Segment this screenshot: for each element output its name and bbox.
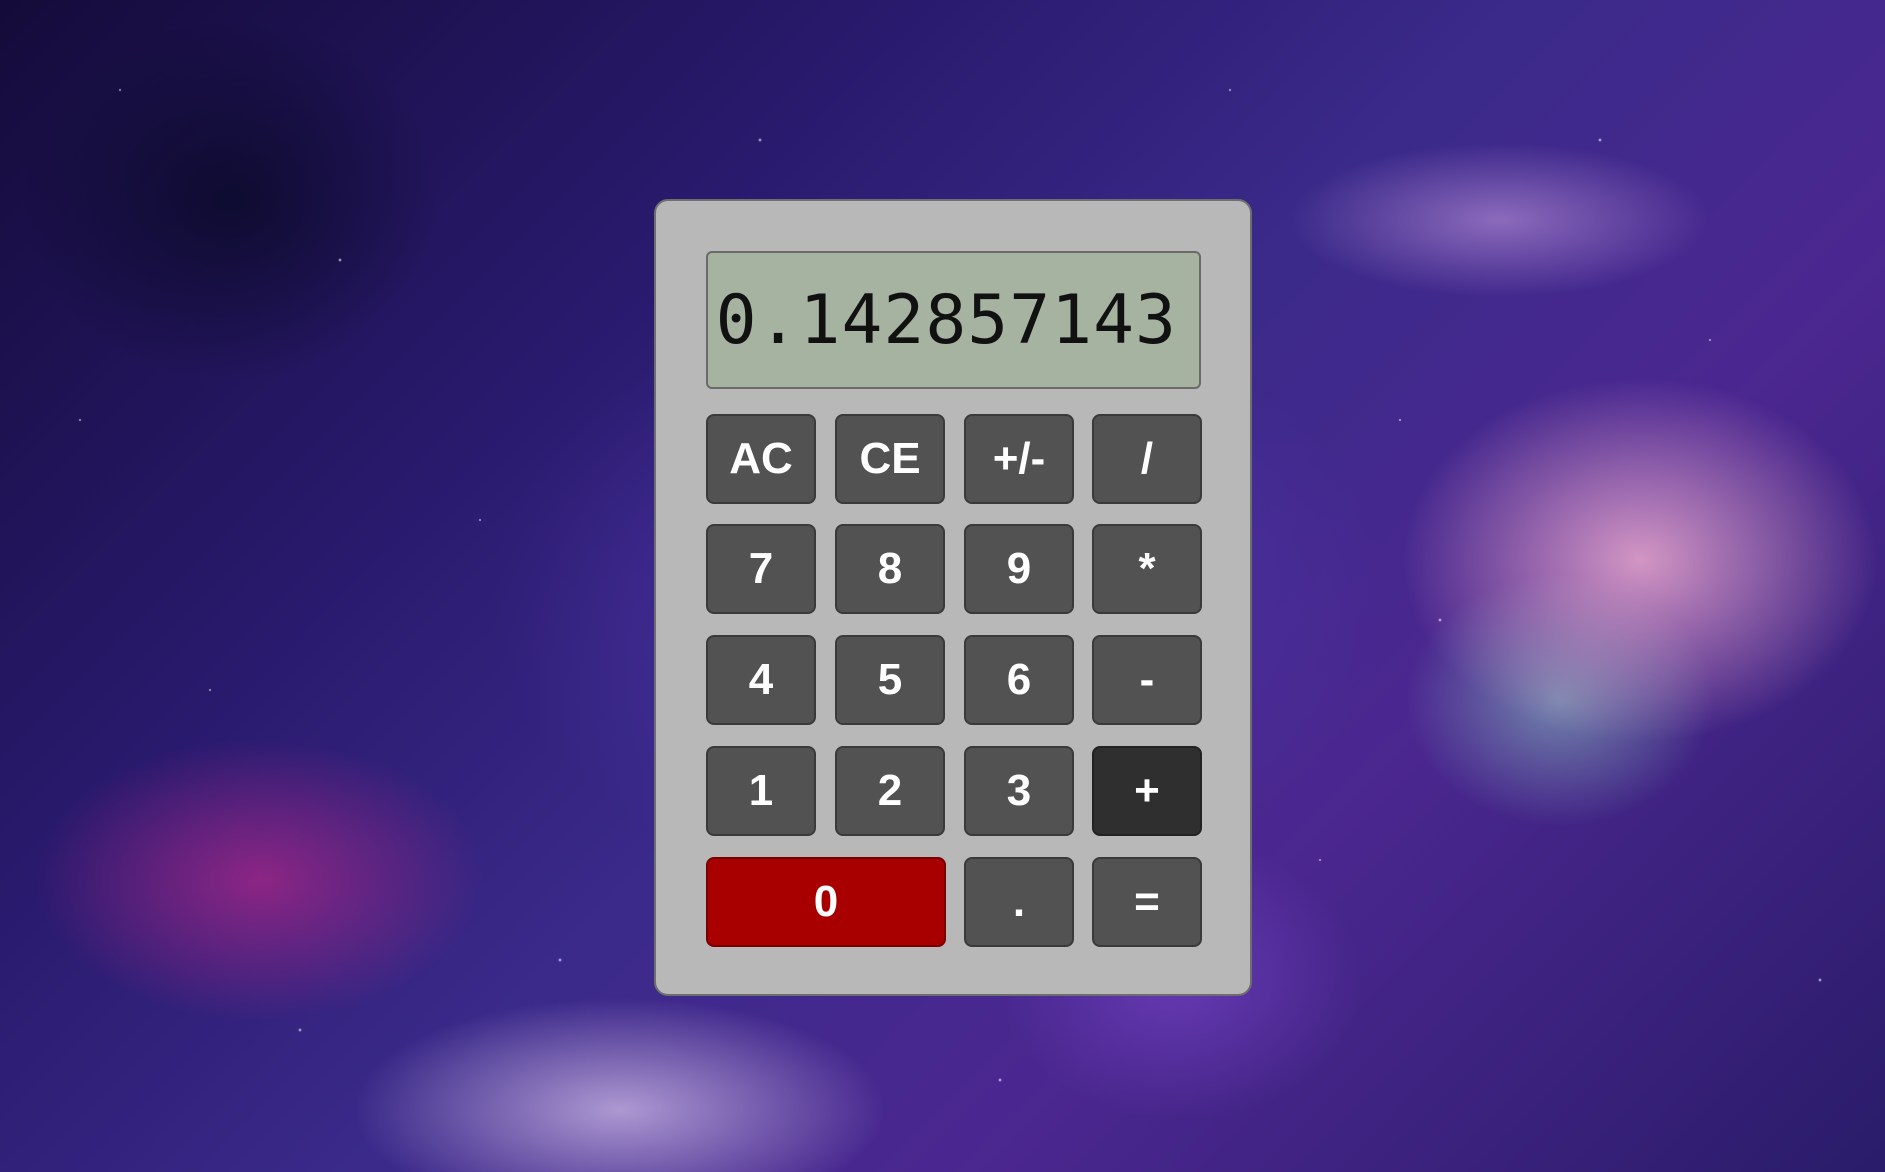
- digit-9-button[interactable]: 9: [964, 524, 1074, 614]
- digit-8-button[interactable]: 8: [835, 524, 945, 614]
- add-button[interactable]: +: [1092, 746, 1202, 836]
- digit-5-button[interactable]: 5: [835, 635, 945, 725]
- decimal-button[interactable]: .: [964, 857, 1074, 947]
- calculator: 0.142857143 AC CE +/- / 7 8 9 * 4 5 6 - …: [654, 199, 1252, 996]
- all-clear-button[interactable]: AC: [706, 414, 816, 504]
- calculator-display: 0.142857143: [706, 251, 1201, 389]
- digit-6-button[interactable]: 6: [964, 635, 1074, 725]
- digit-1-button[interactable]: 1: [706, 746, 816, 836]
- digit-4-button[interactable]: 4: [706, 635, 816, 725]
- clear-entry-button[interactable]: CE: [835, 414, 945, 504]
- toggle-sign-button[interactable]: +/-: [964, 414, 1074, 504]
- equals-button[interactable]: =: [1092, 857, 1202, 947]
- subtract-button[interactable]: -: [1092, 635, 1202, 725]
- digit-0-button[interactable]: 0: [706, 857, 946, 947]
- multiply-button[interactable]: *: [1092, 524, 1202, 614]
- digit-7-button[interactable]: 7: [706, 524, 816, 614]
- digit-2-button[interactable]: 2: [835, 746, 945, 836]
- divide-button[interactable]: /: [1092, 414, 1202, 504]
- digit-3-button[interactable]: 3: [964, 746, 1074, 836]
